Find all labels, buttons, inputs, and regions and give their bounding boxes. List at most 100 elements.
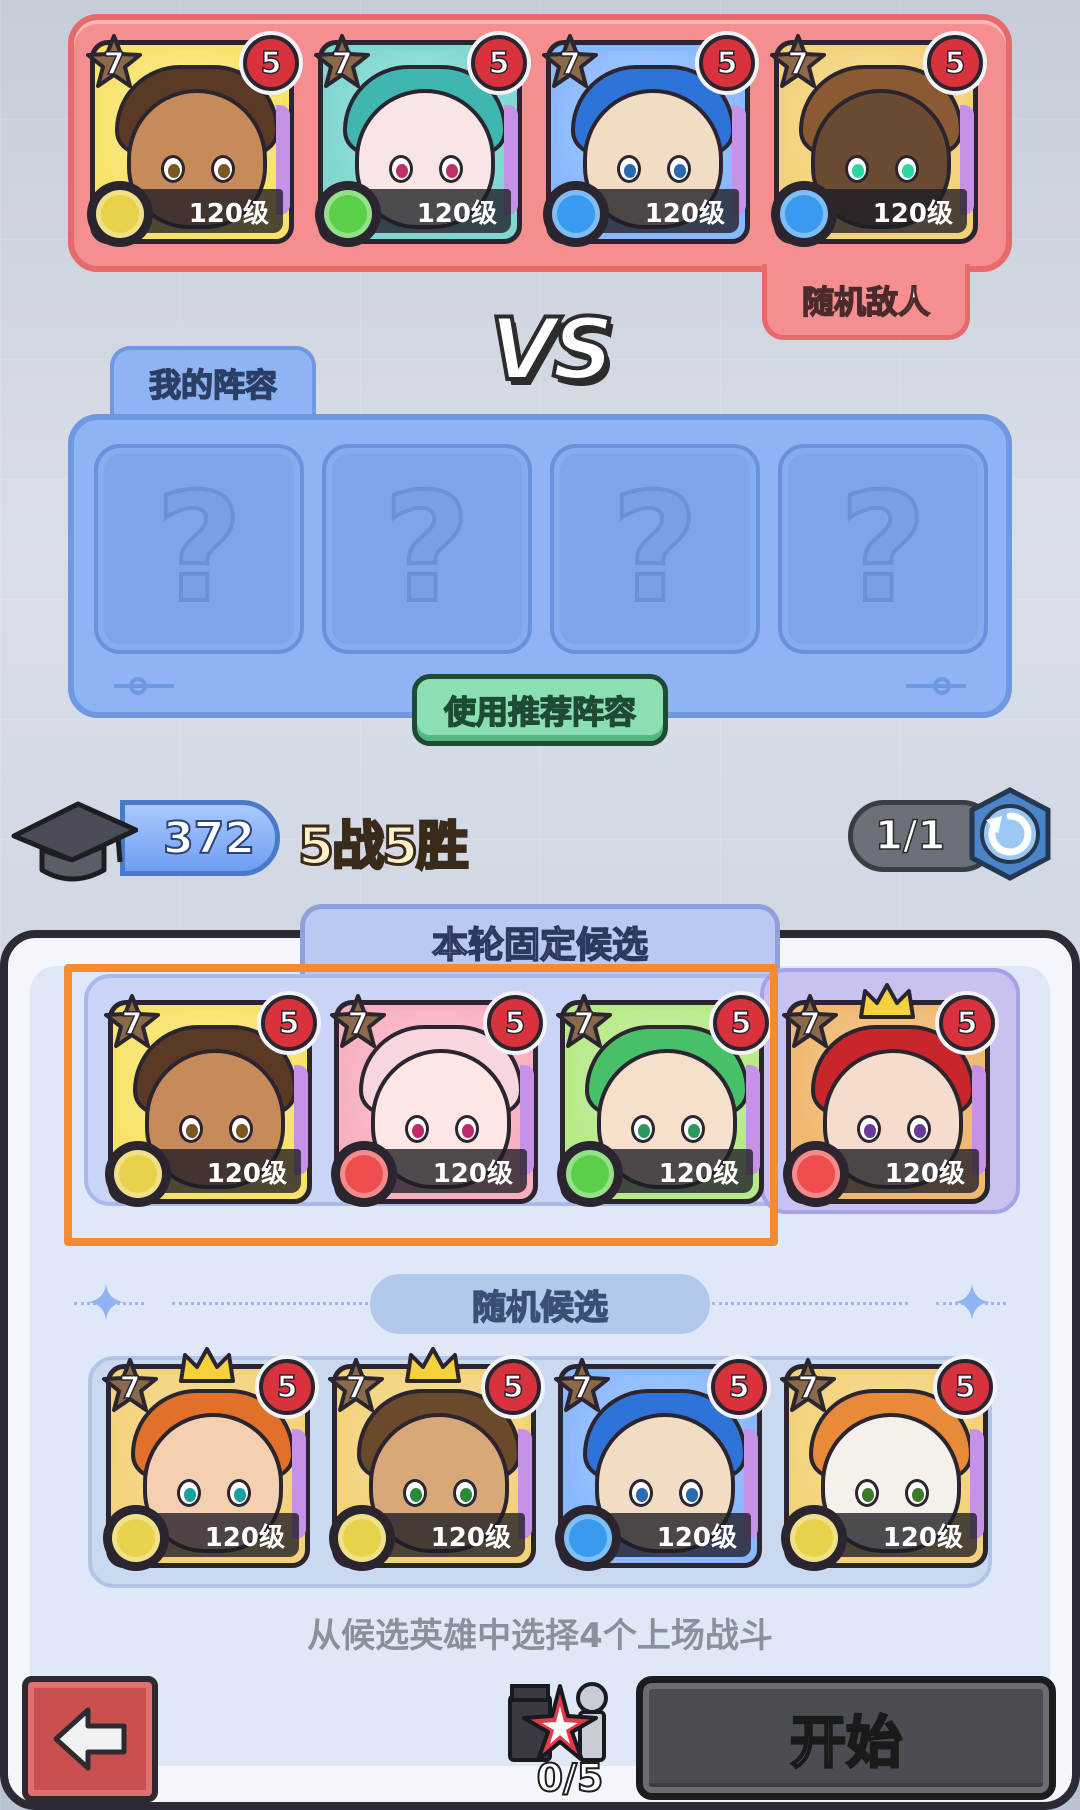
hero-eye [667, 155, 691, 183]
rank-badge: 5 [699, 35, 755, 91]
hero-eye [453, 1479, 477, 1507]
hero-card[interactable]: 120级 7 5 [780, 1358, 993, 1571]
element-water-icon [555, 1505, 621, 1571]
element-earth-icon [781, 1505, 847, 1571]
star-count: 7 [571, 1370, 593, 1407]
star-icon: 7 [313, 33, 371, 91]
lineup-slot-2[interactable]: ? [322, 444, 532, 654]
rank-badge: 5 [927, 35, 983, 91]
decoration-left-icon [114, 677, 174, 695]
element-fire-icon [783, 1141, 849, 1207]
star-icon: 7 [781, 993, 839, 1051]
hero-eye [629, 1479, 653, 1507]
win-record: 5战5胜 [296, 816, 469, 879]
hero-card[interactable]: 120级 7 5 [542, 34, 755, 247]
sparkle-icon [88, 1284, 124, 1320]
hero-card[interactable]: 120级 7 5 [86, 34, 299, 247]
star-count: 7 [345, 1370, 367, 1407]
star-count: 7 [331, 46, 353, 83]
start-button[interactable]: 开始 [636, 1676, 1056, 1800]
graduation-cap-icon [11, 801, 138, 882]
rank-badge: 5 [937, 1359, 993, 1415]
hero-eye [617, 155, 641, 183]
hero-eye [227, 1479, 251, 1507]
enemy-hero-list: 120级 7 5 120级 7 5 120级 7 5 120级 7 5 [86, 34, 983, 247]
hero-eye [679, 1479, 703, 1507]
element-earth-icon [329, 1505, 395, 1571]
sparkle-icon [954, 1284, 990, 1320]
vs-label: VS [488, 298, 617, 402]
hero-card[interactable]: 120级 7 5 [314, 34, 527, 247]
element-wind-icon [315, 181, 381, 247]
hero-eye [177, 1479, 201, 1507]
star-count: 7 [799, 1006, 821, 1043]
star-icon: 7 [101, 1357, 159, 1415]
selection-hint: 从候选英雄中选择4个上场战斗 [307, 1616, 773, 1656]
divider-left-dotted [172, 1302, 368, 1305]
hero-card[interactable]: 120级 7 5 [102, 1347, 315, 1571]
hero-eye [403, 1479, 427, 1507]
back-button[interactable] [22, 1676, 158, 1802]
rank-badge: 5 [243, 35, 299, 91]
selected-count: 0/5 [536, 1755, 605, 1801]
hero-card[interactable]: 120级 7 5 [554, 1358, 767, 1571]
element-water-icon [771, 181, 837, 247]
hero-eye [389, 155, 413, 183]
hero-eye [845, 155, 869, 183]
hero-eye [211, 155, 235, 183]
decoration-right-icon [906, 677, 966, 695]
divider-right-dotted [712, 1302, 908, 1305]
rank-badge: 5 [485, 1359, 541, 1415]
star-icon: 7 [541, 33, 599, 91]
score-bar: 372 [120, 800, 280, 876]
back-arrow-icon [53, 1707, 127, 1771]
random-enemy-label[interactable]: 随机敌人 [762, 264, 970, 340]
star-icon: 7 [327, 1357, 385, 1415]
star-icon: 7 [769, 33, 827, 91]
lineup-slot-4[interactable]: ? [778, 444, 988, 654]
rank-badge: 5 [711, 1359, 767, 1415]
hero-card[interactable]: 120级 7 5 [770, 34, 983, 247]
element-water-icon [543, 181, 609, 247]
crown-icon [179, 1347, 235, 1383]
lineup-slots: ? ? ? ? [94, 444, 988, 654]
crown-icon [405, 1347, 461, 1383]
use-recommended-lineup-button[interactable]: 使用推荐阵容 [412, 674, 668, 746]
hero-eye [905, 1479, 929, 1507]
rank-badge: 5 [259, 1359, 315, 1415]
lineup-slot-3[interactable]: ? [550, 444, 760, 654]
lineup-slot-1[interactable]: ? [94, 444, 304, 654]
hero-eye [855, 1479, 879, 1507]
selection-highlight [64, 964, 778, 1246]
star-icon: 7 [553, 1357, 611, 1415]
star-icon: 7 [85, 33, 143, 91]
hero-eye [907, 1115, 931, 1143]
rank-badge: 5 [471, 35, 527, 91]
star-icon: 7 [779, 1357, 837, 1415]
enemy-lineup-panel: 120级 7 5 120级 7 5 120级 7 5 120级 7 5 [68, 14, 1012, 272]
star-count: 7 [559, 46, 581, 83]
question-mark-icon: ? [381, 462, 472, 636]
random-candidates-tab: 随机候选 [370, 1274, 710, 1334]
random-hero-list: 120级 7 5 120级 7 5 120级 7 5 120级 7 5 [102, 1347, 993, 1571]
star-count: 7 [103, 46, 125, 83]
hero-eye [895, 155, 919, 183]
hero-card[interactable]: 120级 7 5 [328, 1347, 541, 1571]
element-earth-icon [103, 1505, 169, 1571]
element-earth-icon [87, 181, 153, 247]
my-lineup-panel: ? ? ? ? [68, 414, 1012, 718]
hero-eye [857, 1115, 881, 1143]
star-count: 7 [797, 1370, 819, 1407]
crown-icon [859, 983, 915, 1019]
my-lineup-tab: 我的阵容 [110, 346, 316, 416]
rank-badge: 5 [939, 995, 995, 1051]
question-mark-icon: ? [609, 462, 700, 636]
hero-card[interactable]: 120级 7 5 [782, 983, 995, 1207]
star-count: 7 [119, 1370, 141, 1407]
hero-eye [161, 155, 185, 183]
question-mark-icon: ? [153, 462, 244, 636]
star-count: 7 [787, 46, 809, 83]
refresh-icon[interactable] [962, 786, 1058, 882]
hero-eye [439, 155, 463, 183]
question-mark-icon: ? [837, 462, 928, 636]
